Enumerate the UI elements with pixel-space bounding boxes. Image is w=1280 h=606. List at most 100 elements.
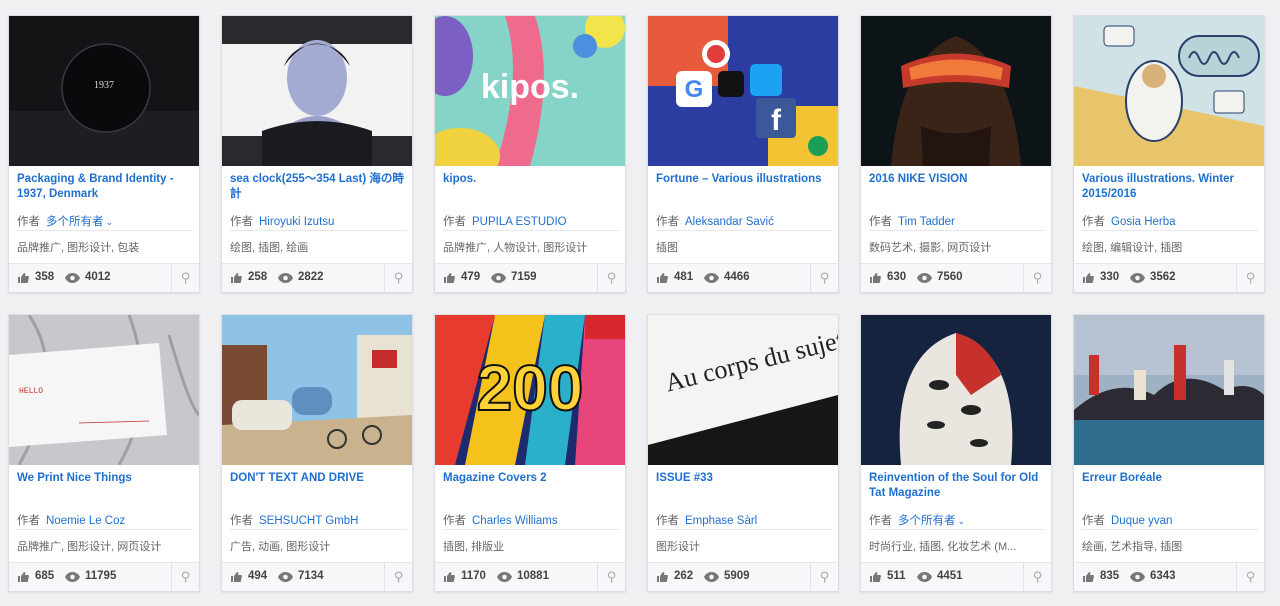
project-card[interactable]: 1937 Packaging & Brand Identity - 1937, … — [8, 15, 200, 293]
project-thumbnail[interactable] — [1074, 315, 1264, 465]
save-button[interactable]: ⚲ — [810, 563, 838, 591]
save-button[interactable]: ⚲ — [1236, 264, 1264, 292]
view-count: 4451 — [937, 570, 963, 582]
owner-line: 作者 多个所有者 ⌄ — [869, 512, 1045, 528]
owner-prefix: 作者 — [869, 216, 892, 228]
owner-link[interactable]: Gosia Herba — [1111, 216, 1176, 228]
project-title[interactable]: Packaging & Brand Identity - 1937, Denma… — [17, 172, 193, 202]
project-thumbnail[interactable]: G f — [648, 16, 838, 166]
pin-icon: ⚲ — [180, 569, 191, 584]
project-card[interactable]: 200 Magazine Covers 2 作者 Charles Williams… — [434, 314, 626, 592]
pin-icon: ⚲ — [1032, 569, 1043, 584]
like-count: 262 — [674, 570, 694, 582]
like-count: 481 — [674, 271, 694, 283]
thumbnail-text: 1937 — [94, 80, 114, 91]
owner-link[interactable]: Hiroyuki Izutsu — [259, 216, 334, 228]
project-card[interactable]: HELLO We Print Nice Things 作者 Noemie Le C… — [8, 314, 200, 592]
project-thumbnail[interactable] — [861, 16, 1051, 166]
project-title[interactable]: Reinvention of the Soul for Old Tat Maga… — [869, 471, 1045, 501]
save-button[interactable]: ⚲ — [384, 264, 412, 292]
owner-prefix: 作者 — [443, 515, 466, 527]
save-button[interactable]: ⚲ — [1023, 264, 1051, 292]
eye-icon — [65, 273, 80, 283]
save-button[interactable]: ⚲ — [597, 563, 625, 591]
svg-text:f: f — [771, 104, 782, 137]
project-categories: 品牌推广, 图形设计, 包装 — [17, 230, 193, 255]
project-categories: 插图 — [656, 230, 832, 255]
pin-icon: ⚲ — [180, 270, 191, 285]
project-title[interactable]: sea clock(255〜354 Last) 海の時計 — [230, 172, 406, 202]
view-count: 7159 — [511, 271, 537, 283]
project-card[interactable]: G f Fortune – Various illustrations 作者 Al… — [647, 15, 839, 293]
project-stats: 358 4012 ⚲ — [9, 263, 199, 292]
eye-icon — [278, 273, 293, 283]
owner-line: 作者 Emphase Sàrl — [656, 512, 832, 528]
project-title[interactable]: Fortune – Various illustrations — [656, 172, 832, 187]
project-card[interactable]: 2016 NIKE VISION 作者 Tim Tadder 数码艺术, 摄影, … — [860, 15, 1052, 293]
project-categories: 广告, 动画, 图形设计 — [230, 529, 406, 554]
project-categories: 数码艺术, 摄影, 网页设计 — [869, 230, 1045, 255]
project-card[interactable]: Erreur Boréale 作者 Duque yvan 绘画, 艺术指导, 插图… — [1073, 314, 1265, 592]
project-thumbnail[interactable]: HELLO — [9, 315, 199, 465]
chevron-down-icon[interactable]: ⌄ — [106, 217, 114, 227]
svg-text:G: G — [685, 76, 704, 103]
project-title[interactable]: DON'T TEXT AND DRIVE — [230, 471, 406, 486]
save-button[interactable]: ⚲ — [171, 264, 199, 292]
eye-icon — [497, 572, 512, 582]
project-thumbnail[interactable]: 200 — [435, 315, 625, 465]
thumbnail-text: kipos. — [481, 68, 579, 106]
project-card[interactable]: Au corps du sujet ISSUE #33 作者 Emphase Sà… — [647, 314, 839, 592]
owner-link[interactable]: Duque yvan — [1111, 515, 1172, 527]
project-thumbnail[interactable] — [1074, 16, 1264, 166]
chevron-down-icon[interactable]: ⌄ — [958, 516, 966, 526]
project-title[interactable]: ISSUE #33 — [656, 471, 832, 486]
thumbs-up-icon — [444, 572, 455, 582]
project-title[interactable]: Erreur Boréale — [1082, 471, 1258, 486]
save-button[interactable]: ⚲ — [810, 264, 838, 292]
like-count: 479 — [461, 271, 481, 283]
project-card[interactable]: kipos. kipos. 作者 PUPILA ESTUDIO 品牌推广, 人物设… — [434, 15, 626, 293]
project-thumbnail[interactable]: 1937 — [9, 16, 199, 166]
project-title[interactable]: Various illustrations. Winter 2015/2016 — [1082, 172, 1258, 202]
owner-link[interactable]: Emphase Sàrl — [685, 515, 757, 527]
thumbs-up-icon — [657, 273, 668, 283]
view-count: 6343 — [1150, 570, 1176, 582]
project-card[interactable]: DON'T TEXT AND DRIVE 作者 SEHSUCHT GmbH 广告,… — [221, 314, 413, 592]
owner-prefix: 作者 — [443, 216, 466, 228]
project-title[interactable]: Magazine Covers 2 — [443, 471, 619, 486]
project-card[interactable]: Various illustrations. Winter 2015/2016 … — [1073, 15, 1265, 293]
save-button[interactable]: ⚲ — [597, 264, 625, 292]
project-title[interactable]: kipos. — [443, 172, 619, 187]
project-title[interactable]: 2016 NIKE VISION — [869, 172, 1045, 187]
save-button[interactable]: ⚲ — [1236, 563, 1264, 591]
project-stats: 481 4466 ⚲ — [648, 263, 838, 292]
owner-link[interactable]: Aleksandar Savić — [685, 216, 774, 228]
pin-icon: ⚲ — [606, 270, 617, 285]
view-count: 3562 — [1150, 271, 1176, 283]
project-thumbnail[interactable] — [861, 315, 1051, 465]
owner-link[interactable]: Tim Tadder — [898, 216, 955, 228]
save-button[interactable]: ⚲ — [384, 563, 412, 591]
owner-link[interactable]: PUPILA ESTUDIO — [472, 216, 567, 228]
owner-link[interactable]: 多个所有者 — [898, 515, 956, 527]
save-button[interactable]: ⚲ — [171, 563, 199, 591]
owner-line: 作者 SEHSUCHT GmbH — [230, 512, 406, 528]
project-thumbnail[interactable]: Au corps du sujet — [648, 315, 838, 465]
save-button[interactable]: ⚲ — [1023, 563, 1051, 591]
view-count: 7134 — [298, 570, 324, 582]
owner-line: 作者 Aleksandar Savić — [656, 213, 832, 229]
eye-icon — [278, 572, 293, 582]
project-thumbnail[interactable]: kipos. — [435, 16, 625, 166]
owner-link[interactable]: 多个所有者 — [46, 216, 104, 228]
project-stats: 630 7560 ⚲ — [861, 263, 1051, 292]
project-card[interactable]: sea clock(255〜354 Last) 海の時計 作者 Hiroyuki … — [221, 15, 413, 293]
like-count: 494 — [248, 570, 268, 582]
owner-link[interactable]: Charles Williams — [472, 515, 558, 527]
project-thumbnail[interactable] — [222, 16, 412, 166]
pin-icon: ⚲ — [1245, 270, 1256, 285]
owner-link[interactable]: SEHSUCHT GmbH — [259, 515, 358, 527]
project-thumbnail[interactable] — [222, 315, 412, 465]
owner-link[interactable]: Noemie Le Coz — [46, 515, 125, 527]
project-title[interactable]: We Print Nice Things — [17, 471, 193, 486]
project-card[interactable]: Reinvention of the Soul for Old Tat Maga… — [860, 314, 1052, 592]
